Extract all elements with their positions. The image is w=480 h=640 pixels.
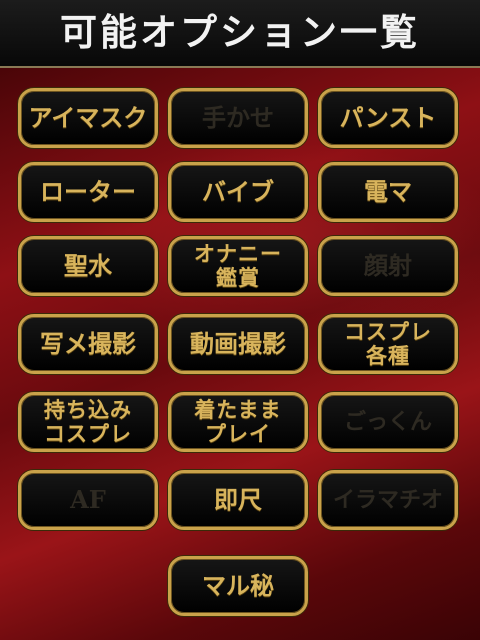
option-vibrator[interactable]: バイブ [168, 162, 308, 222]
option-pantyhose[interactable]: パンスト [318, 88, 458, 148]
option-af[interactable]: AF [18, 470, 158, 530]
option-irrumatio[interactable]: イラマチオ [318, 470, 458, 530]
option-label: AF [70, 485, 106, 514]
option-handcuffs[interactable]: 手かせ [168, 88, 308, 148]
option-video-shoot[interactable]: 動画撮影 [168, 314, 308, 374]
option-label: パンスト [339, 103, 437, 132]
option-label: 着たまま プレイ [194, 397, 282, 446]
option-label: 電マ [364, 177, 412, 206]
page-title: 可能オプション一覧 [60, 10, 420, 54]
option-label: 聖水 [64, 251, 112, 280]
options-panel: アイマスク 手かせ パンスト ローター バイブ 電マ 聖水 オナニー 鑑賞 顔射… [0, 68, 480, 640]
option-label: アイマスク [28, 103, 148, 132]
option-label: マル秘 [202, 571, 274, 600]
option-label: 即尺 [214, 485, 262, 514]
option-label: 写メ撮影 [40, 329, 136, 358]
option-eye-mask[interactable]: アイマスク [18, 88, 158, 148]
option-rotor[interactable]: ローター [18, 162, 158, 222]
option-label: 手かせ [202, 103, 274, 132]
option-label: 持ち込み コスプレ [44, 397, 132, 446]
option-label: ローター [40, 177, 136, 206]
option-seisui[interactable]: 聖水 [18, 236, 158, 296]
option-label: バイブ [202, 177, 274, 206]
option-bring-own-cosplay[interactable]: 持ち込み コスプレ [18, 392, 158, 452]
option-clothed-play[interactable]: 着たまま プレイ [168, 392, 308, 452]
option-label: オナニー 鑑賞 [194, 241, 282, 290]
option-label: ごっくん [343, 409, 432, 435]
option-secret[interactable]: マル秘 [168, 556, 308, 616]
option-label: 顔射 [364, 251, 412, 280]
option-label: 動画撮影 [190, 329, 286, 358]
option-photo-shoot[interactable]: 写メ撮影 [18, 314, 158, 374]
option-label: イラマチオ [332, 487, 443, 513]
option-onanie-kansho[interactable]: オナニー 鑑賞 [168, 236, 308, 296]
option-cosplay-variety[interactable]: コスプレ 各種 [318, 314, 458, 374]
option-sokushaku[interactable]: 即尺 [168, 470, 308, 530]
option-gokkun[interactable]: ごっくん [318, 392, 458, 452]
option-ganshya[interactable]: 顔射 [318, 236, 458, 296]
header-bar: 可能オプション一覧 [0, 0, 480, 68]
option-label: コスプレ 各種 [344, 319, 432, 368]
option-electric-massager[interactable]: 電マ [318, 162, 458, 222]
